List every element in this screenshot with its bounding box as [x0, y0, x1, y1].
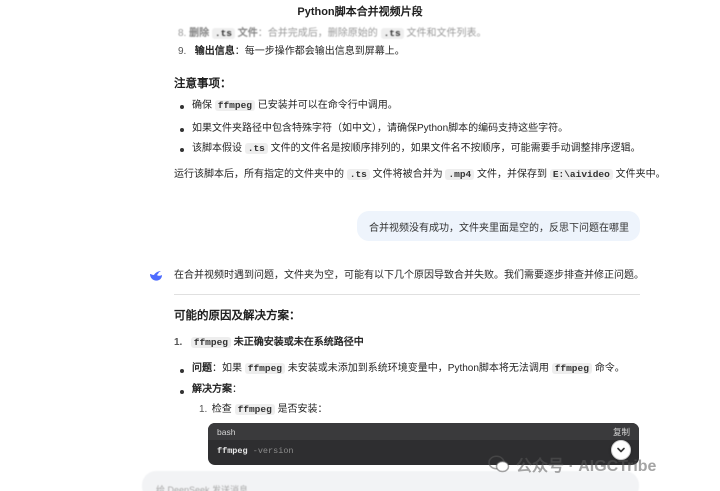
divider: [174, 294, 640, 295]
bullet-dot: [180, 105, 184, 109]
page-title: Python脚本合并视频片段: [297, 6, 423, 18]
problem-line: 问题：如果 ffmpeg 未安装或未添加到系统环境变量中，Python脚本将无法…: [192, 363, 625, 374]
copy-button[interactable]: 复制: [613, 426, 630, 438]
note-item-1: 确保 ffmpeg 已安装并可以在命令行中调用。: [192, 100, 398, 111]
note-item-2: 如果文件夹路径中包含特殊字符（如中文），请确保Python脚本的编码支持这些字符…: [192, 123, 569, 134]
bullet-dot: [180, 390, 184, 394]
bullet-dot: [180, 369, 184, 373]
sub-step-1: 1. 检查 ffmpeg 是否安装：: [199, 404, 328, 415]
solution-line: 解决方案：: [192, 384, 242, 395]
cause-1-heading: 1. ffmpeg 未正确安装或未在系统路径中: [174, 337, 364, 348]
note-item-3: 该脚本假设 .ts 文件的文件名是按顺序排列的，如果文件名不按顺序，可能需要手动…: [192, 143, 641, 154]
code-block-header: bash 复制: [208, 423, 639, 440]
summary-text: 运行该脚本后，所有指定的文件夹中的 .ts 文件将被合并为 .mp4 文件，并保…: [174, 169, 666, 180]
code-language-label: bash: [217, 426, 236, 437]
bullet-dot: [180, 148, 184, 152]
notes-heading: 注意事项：: [174, 78, 232, 90]
user-message-bubble: 合并视频没有成功，文件夹里面是空的，反思下问题在哪里: [357, 211, 640, 241]
assistant-intro: 在合并视频时遇到问题，文件夹为空，可能有以下几个原因导致合并失败。我们需要逐步排…: [174, 270, 644, 281]
bullet-dot: [180, 128, 184, 132]
step-8-faded: 8. 删除 .ts 文件：合并完成后，删除原始的 .ts 文件和文件列表。: [178, 28, 487, 39]
step-9: 9. 输出信息：每一步操作都会输出信息到屏幕上。: [178, 46, 405, 57]
wechat-icon: [488, 455, 510, 473]
deepseek-logo-icon: [150, 271, 162, 281]
causes-heading: 可能的原因及解决方案：: [174, 310, 301, 322]
watermark: 公众号 · AIGCTribe: [488, 452, 656, 476]
